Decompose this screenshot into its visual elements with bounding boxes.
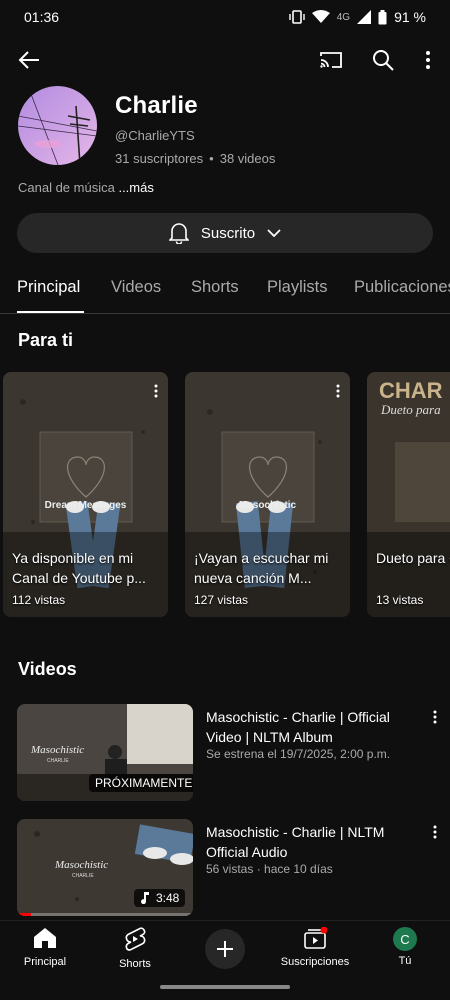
wifi-icon [311,10,330,23]
chevron-down-icon [267,228,281,237]
bell-icon [168,223,189,244]
short-more-button[interactable] [154,384,158,403]
plus-icon [217,941,233,957]
you-avatar-initial: C [400,931,410,947]
short-art-label: CHAR [379,378,443,403]
status-icons: 4G 91 % [289,9,426,25]
video-more-button[interactable] [433,710,437,729]
kebab-menu-icon [433,710,437,724]
channel-tabs: Principal Videos Shorts Playlists Public… [0,268,450,314]
create-button[interactable] [205,929,245,969]
short-card[interactable]: Dream Messages Ya disponible en mi Canal… [3,372,168,617]
short-title: Ya disponible en mi Canal de Youtube p..… [12,550,146,586]
short-views: 13 vistas [376,593,424,607]
subscribed-button[interactable]: Suscrito [17,213,433,253]
for-you-heading: Para ti [18,330,74,350]
status-bar: 01:36 4G 91 % [0,0,450,34]
channel-header: Charlie @CharlieYTS 31 suscriptores • 38… [18,86,438,166]
tab-playlists[interactable]: Playlists [267,278,328,297]
more-options-button[interactable] [420,45,436,75]
kebab-menu-icon [336,384,340,398]
kebab-menu-icon [154,384,158,398]
thumbnail-title: Masochistic [31,744,85,756]
video-item[interactable]: Masochistic CHARLIE 3:48 Masochistic - C… [17,819,437,917]
video-thumbnail[interactable]: Masochistic CHARLIE 3:48 [17,819,193,916]
vibrate-icon [289,10,305,24]
active-tab-indicator [17,311,84,313]
channel-description[interactable]: Canal de música ...más [18,180,154,195]
nav-shorts[interactable]: Shorts [95,927,175,970]
gesture-home-indicator[interactable] [160,985,290,989]
music-note-icon [141,892,149,904]
home-icon [34,928,56,948]
video-thumbnail[interactable]: Masochistic CHARLIE PRÓXIMAMENTE [17,704,193,801]
thumbnail-title: Masochistic [55,859,109,871]
short-views: 127 vistas [194,593,249,607]
shorts-icon [125,927,146,951]
channel-avatar[interactable] [18,86,97,165]
thumbnail-subtitle: CHARLIE [47,758,69,764]
short-title: Dueto para Charlie | So... [376,550,450,566]
subscribed-label: Suscrito [200,224,256,242]
tab-shorts[interactable]: Shorts [191,278,239,297]
channel-stats: 31 suscriptores • 38 videos [115,151,275,166]
nav-you-label: Tú [398,955,412,967]
subscriber-count: 31 suscriptores [115,151,204,166]
nav-subscriptions-label: Suscripciones [280,956,350,968]
stats-separator: • [209,151,214,166]
cast-button[interactable] [316,45,346,75]
video-item[interactable]: Masochistic CHARLIE PRÓXIMAMENTE Masochi… [17,704,437,802]
signal-icon [357,10,372,24]
status-time: 01:36 [24,9,60,25]
search-button[interactable] [368,45,398,75]
duration-text: 3:48 [156,891,180,905]
channel-name: Charlie [115,92,198,119]
nav-home[interactable]: Principal [5,927,85,968]
short-more-button[interactable] [336,384,340,403]
video-meta: 56 vistas · hace 10 días [206,862,333,876]
short-art-label: Dream Messages [44,500,127,511]
nav-subscriptions[interactable]: Suscripciones [275,926,355,968]
cast-icon [320,52,342,68]
nav-shorts-label: Shorts [119,958,151,970]
thumbnail-subtitle: CHARLIE [72,873,94,879]
search-icon [373,50,394,71]
tab-videos[interactable]: Videos [111,278,161,297]
arrow-left-icon [18,51,39,69]
battery-level: 91 % [394,9,426,25]
video-count: 38 videos [219,151,276,166]
short-views: 112 vistas [12,593,66,607]
video-more-button[interactable] [433,825,437,844]
network-type: 4G [336,11,351,23]
upcoming-badge: PRÓXIMAMENTE [89,774,193,792]
nav-home-label: Principal [23,956,67,968]
subscriptions-icon [304,926,328,949]
short-title: ¡Vayan a escuchar mi nueva canción M... [194,550,329,586]
videos-heading: Videos [18,659,77,679]
battery-icon [378,9,387,24]
description-text: Canal de música [18,180,115,195]
short-card[interactable]: Masochistic ¡Vayan a escuchar mi nueva c… [185,372,350,617]
kebab-menu-icon [426,51,430,69]
you-avatar: C [393,927,417,951]
channel-handle: @CharlieYTS [115,128,195,143]
tab-publicaciones[interactable]: Publicaciones [354,278,450,297]
video-title: Masochistic - Charlie | NLTM Official Au… [206,824,385,860]
duration-badge: 3:48 [134,889,186,907]
avatar-image [18,86,97,165]
video-title: Masochistic - Charlie | Official Video |… [206,709,390,745]
nav-you[interactable]: C Tú [365,927,445,967]
kebab-menu-icon [433,825,437,839]
short-card[interactable]: CHAR Dueto para Dueto para Charlie | So.… [367,372,450,617]
video-meta: Se estrena el 19/7/2025, 2:00 p.m. [206,747,391,761]
watch-progress-track [17,913,193,916]
description-more-link[interactable]: ...más [118,180,153,195]
short-art-label: Masochistic [238,500,297,511]
top-app-bar [0,40,450,80]
watch-progress-fill [17,913,32,916]
back-button[interactable] [14,45,44,75]
short-art-sublabel: Dueto para [381,402,441,417]
tab-principal[interactable]: Principal [17,278,80,297]
